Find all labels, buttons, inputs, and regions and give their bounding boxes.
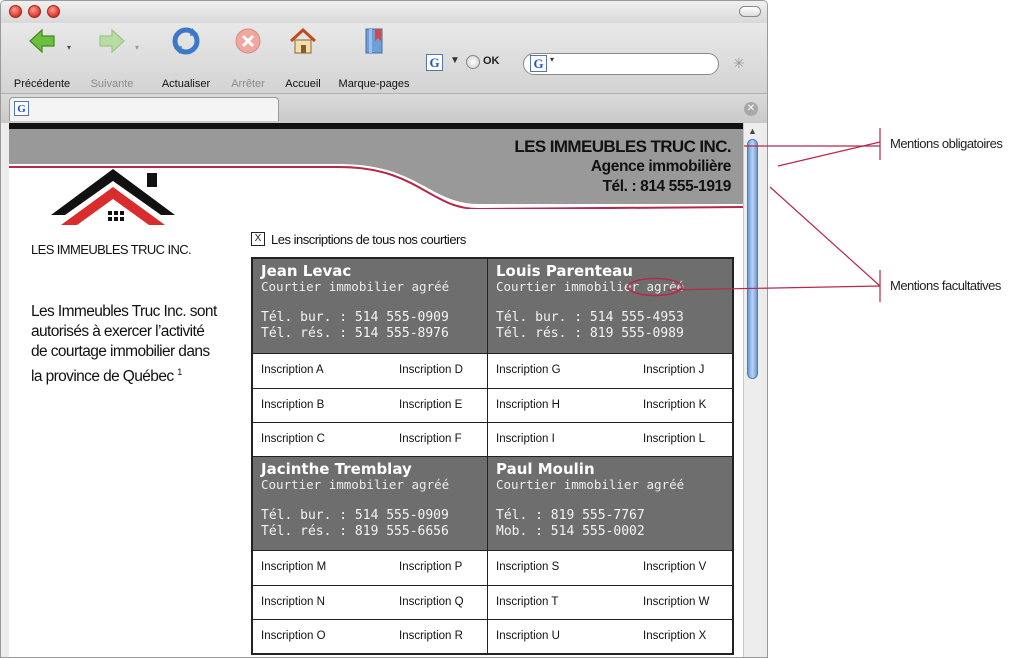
annotation-optional: Mentions facultatives [890,278,1001,293]
annotation-mandatory: Mentions obligatoires [890,136,1003,151]
annotation-lines [667,128,881,302]
